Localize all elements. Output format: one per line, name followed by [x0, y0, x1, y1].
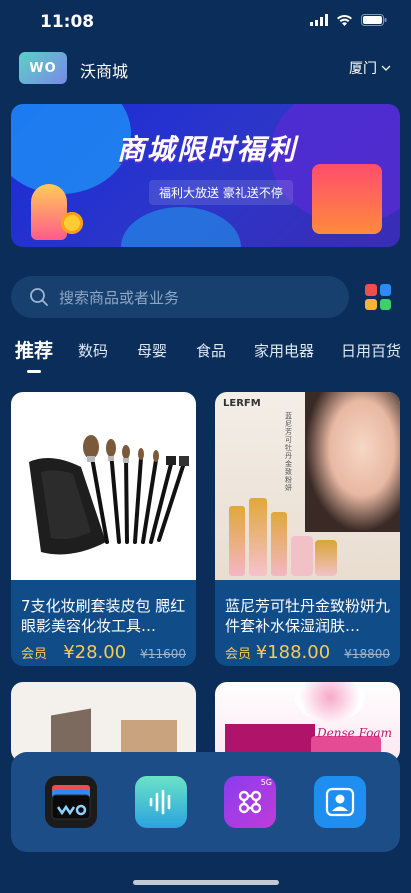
app-title: 沃商城 [80, 62, 129, 81]
chevron-down-icon [381, 65, 391, 71]
tab-baby[interactable]: 母婴 [137, 340, 167, 361]
grid-cell [365, 298, 377, 310]
banner-decoration [11, 104, 131, 194]
product-card[interactable]: Dense Foam [215, 682, 400, 762]
category-grid-icon[interactable] [365, 284, 391, 310]
product-card[interactable]: LERFM 蓝尼芳可牡丹金致粉妍 蓝尼芳可牡丹金致粉妍九件套补水保湿润肤… 会员… [215, 392, 400, 666]
search-placeholder: 搜索商品或者业务 [59, 288, 180, 307]
wifi-icon [337, 14, 352, 26]
tab-recommend[interactable]: 推荐 [15, 336, 53, 363]
city-selector[interactable]: 厦门 [349, 58, 391, 78]
grid-cell [379, 298, 391, 310]
product-image-brand: LERFM [223, 398, 261, 409]
product-image-text: Dense Foam [317, 726, 392, 740]
product-image-caption: 蓝尼芳可牡丹金致粉妍 [285, 412, 292, 492]
product-image [11, 392, 196, 580]
product-image: Dense Foam [215, 682, 400, 762]
search-input[interactable]: 搜索商品或者业务 [11, 276, 349, 318]
status-time: 11:08 [40, 12, 95, 32]
product-price-row: 会员价 ¥188.00 ¥18800 [215, 636, 400, 666]
gift-box-illustration [312, 164, 382, 234]
grid-cell [365, 284, 377, 296]
product-image: LERFM 蓝尼芳可牡丹金致粉妍 [215, 392, 400, 580]
bottom-dock: 5G [11, 752, 400, 852]
member-price-label: 会员价 [21, 647, 48, 662]
voice-assistant-icon [149, 789, 171, 815]
flower-decoration [295, 682, 365, 722]
product-card[interactable]: 7支化妆刷套装皮包 腮红眼影美容化妆工具… 会员价 ¥28.00 ¥11600 [11, 392, 196, 666]
banner-decoration [121, 207, 241, 247]
member-price-label: 会员价 [225, 647, 252, 662]
app-logo-text: WO [29, 60, 57, 76]
coin-icon [61, 212, 83, 234]
contacts-icon [325, 787, 355, 817]
tab-digital[interactable]: 数码 [78, 340, 108, 361]
app-logo: WO [19, 52, 67, 84]
home-indicator [133, 880, 279, 885]
grid-cell [379, 284, 391, 296]
product-card[interactable] [11, 682, 196, 762]
tab-food[interactable]: 食品 [196, 340, 226, 361]
category-tabs: 推荐 数码 母婴 食品 家用电器 日用百货 [0, 334, 411, 374]
unicom-5g-app[interactable]: 5G [224, 776, 276, 828]
product-name: 蓝尼芳可牡丹金致粉妍九件套补水保湿润肤… [225, 597, 391, 635]
promo-banner[interactable]: 商城限时福利 福利大放送 豪礼送不停 [11, 104, 400, 247]
status-bar: 11:08 [0, 0, 411, 44]
city-label: 厦门 [349, 61, 377, 77]
makeup-brush-image [29, 435, 189, 555]
original-price: ¥11600 [140, 647, 186, 661]
tab-daily-goods[interactable]: 日用百货 [341, 340, 401, 361]
cosmetic-bottles-image [223, 484, 343, 576]
product-price-row: 会员价 ¥28.00 ¥11600 [11, 636, 196, 666]
5g-badge: 5G [260, 778, 272, 787]
battery-icon [361, 14, 387, 26]
original-price: ¥18800 [344, 647, 390, 661]
header: WO 沃商城 厦门 [0, 48, 411, 88]
product-image [11, 682, 196, 762]
signal-icon [310, 14, 328, 26]
banner-character-illustration [31, 184, 67, 240]
member-price: ¥188.00 [255, 642, 331, 663]
unicom-5g-icon [238, 790, 262, 814]
product-name: 7支化妆刷套装皮包 腮红眼影美容化妆工具… [21, 597, 186, 635]
status-icons [310, 14, 387, 26]
tab-appliances[interactable]: 家用电器 [254, 340, 314, 361]
active-tab-indicator [27, 370, 41, 373]
voice-assistant-app[interactable] [135, 776, 187, 828]
banner-title: 商城限时福利 [117, 133, 298, 166]
wo-wallet-app[interactable] [45, 776, 97, 828]
banner-subtitle: 福利大放送 豪礼送不停 [149, 180, 293, 205]
wo-wallet-icon [51, 785, 91, 820]
member-price: ¥28.00 [63, 642, 127, 663]
contacts-app[interactable] [314, 776, 366, 828]
search-icon [29, 287, 49, 307]
